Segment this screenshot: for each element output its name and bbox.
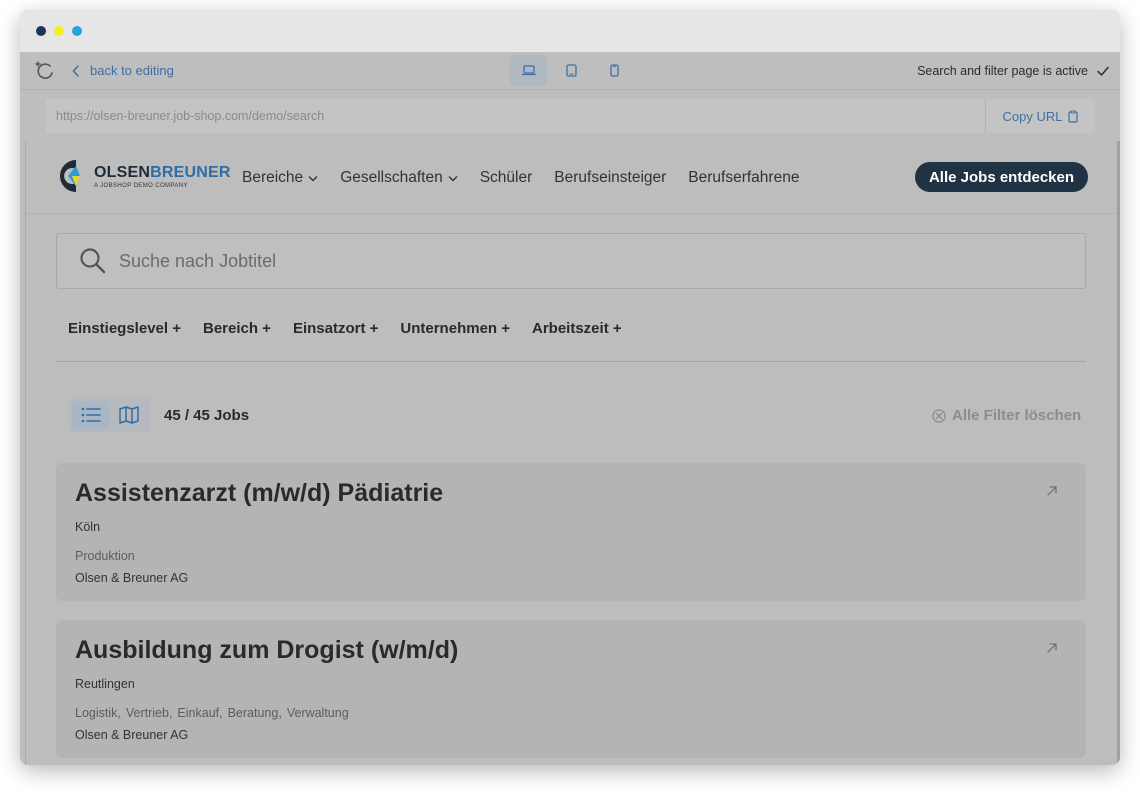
nav-label-bereiche: Bereiche <box>242 169 304 186</box>
preview-toolbar: back to editing Search and filter page i… <box>20 52 1120 90</box>
job-company: Olsen & Breuner AG <box>75 571 189 585</box>
mobile-view-button[interactable] <box>596 55 633 86</box>
nav-item-berufserfahrene[interactable]: Berufserfahrene <box>688 169 799 187</box>
filter-bar: Einstiegslevel + Bereich + Einsatzort + … <box>68 320 622 337</box>
job-card[interactable]: Ausbildung zum Drogist (w/m/d) Reutlinge… <box>56 620 1086 758</box>
job-title: Ausbildung zum Drogist (w/m/d) <box>75 636 459 664</box>
tablet-icon <box>566 64 577 77</box>
logo-text-breuner: BREUNER <box>150 163 231 181</box>
check-icon <box>1097 66 1109 76</box>
site-preview: OLSENBREUNER A JOBSHOP DEMO COMPANY Bere… <box>25 141 1117 765</box>
close-circle-icon <box>932 408 946 423</box>
window-maximize-dot[interactable] <box>72 26 82 36</box>
page-status-text: Search and filter page is active <box>917 64 1088 78</box>
logo-tagline: A JOBSHOP DEMO COMPANY <box>94 182 188 189</box>
mobile-icon <box>610 64 619 77</box>
job-company: Olsen & Breuner AG <box>75 728 189 742</box>
desktop-view-button[interactable] <box>510 55 547 86</box>
back-to-editing-label: back to editing <box>90 63 174 78</box>
clipboard-icon <box>1068 110 1079 123</box>
copy-url-label: Copy URL <box>1002 108 1063 124</box>
site-header: OLSENBREUNER A JOBSHOP DEMO COMPANY Bere… <box>26 141 1117 214</box>
job-category: Einkauf, <box>177 706 223 720</box>
clear-filters-label: Alle Filter löschen <box>952 407 1082 424</box>
job-title: Assistenzarzt (m/w/d) Pädiatrie <box>75 479 444 507</box>
job-category: Beratung, <box>227 706 282 720</box>
nav-label-gesellschaften: Gesellschaften <box>340 169 443 186</box>
filter-einsatzort[interactable]: Einsatzort + <box>293 320 378 337</box>
chevron-down-icon <box>308 175 318 181</box>
preview-scrollbar[interactable] <box>1117 141 1120 765</box>
laptop-icon <box>521 65 536 76</box>
nav-item-gesellschaften[interactable]: Gesellschaften <box>340 169 458 187</box>
filter-unternehmen[interactable]: Unternehmen + <box>400 320 510 337</box>
url-bar-container: https://olsen-breuner.job-shop.com/demo/… <box>20 91 1120 141</box>
filter-bereich[interactable]: Bereich + <box>203 320 271 337</box>
external-link-icon <box>1047 486 1057 496</box>
view-toggle <box>69 398 150 432</box>
browser-window: back to editing Search and filter page i… <box>20 10 1120 765</box>
logo-mark-icon <box>60 160 80 192</box>
external-link-icon <box>1047 643 1057 653</box>
filter-einstiegslevel[interactable]: Einstiegslevel + <box>68 320 181 337</box>
nav-item-schueler[interactable]: Schüler <box>480 169 533 187</box>
all-jobs-button[interactable]: Alle Jobs entdecken <box>915 162 1088 192</box>
main-navigation: Bereiche Gesellschaften Schüler Berufsei… <box>242 169 799 187</box>
job-location: Reutlingen <box>75 677 135 691</box>
filter-arbeitszeit[interactable]: Arbeitszeit + <box>532 320 622 337</box>
device-switcher <box>510 55 633 86</box>
job-count: 45 / 45 Jobs <box>164 407 250 424</box>
window-close-dot[interactable] <box>36 26 46 36</box>
filter-divider <box>56 361 1086 362</box>
tablet-view-button[interactable] <box>553 55 590 86</box>
job-search-box <box>56 233 1086 289</box>
job-card[interactable]: Assistenzarzt (m/w/d) Pädiatrie Köln Pro… <box>56 463 1086 601</box>
job-category: Vertrieb, <box>125 706 173 720</box>
nav-item-bereiche[interactable]: Bereiche <box>242 169 318 187</box>
job-categories: Produktion <box>75 549 135 563</box>
url-text: https://olsen-breuner.job-shop.com/demo/… <box>56 109 325 123</box>
list-view-button[interactable] <box>72 401 109 429</box>
job-title-search-input[interactable] <box>119 234 1059 288</box>
map-view-button[interactable] <box>110 401 147 429</box>
back-to-editing-link[interactable]: back to editing <box>72 63 174 78</box>
job-location: Köln <box>75 520 101 534</box>
window-titlebar <box>20 10 1120 52</box>
logo-text-olsen: OLSEN <box>94 163 151 181</box>
nav-item-berufseinsteiger[interactable]: Berufseinsteiger <box>554 169 666 187</box>
job-category: Verwaltung <box>286 706 349 720</box>
clear-filters-button[interactable]: Alle Filter löschen <box>932 407 1081 424</box>
list-icon <box>81 407 101 423</box>
copy-url-button[interactable]: Copy URL <box>985 99 1095 133</box>
chevron-left-icon <box>72 64 79 77</box>
url-bar[interactable]: https://olsen-breuner.job-shop.com/demo/… <box>46 99 1095 133</box>
search-icon <box>80 248 106 274</box>
company-logo[interactable]: OLSENBREUNER A JOBSHOP DEMO COMPANY <box>54 157 231 195</box>
map-icon <box>118 406 139 424</box>
job-category: Logistik, <box>75 706 121 720</box>
chevron-down-icon <box>448 175 458 181</box>
job-categories: Logistik, Vertrieb, Einkauf, Beratung, V… <box>75 706 349 720</box>
refresh-icon[interactable] <box>34 61 56 81</box>
job-category: Produktion <box>75 549 135 563</box>
window-minimize-dot[interactable] <box>54 26 64 36</box>
